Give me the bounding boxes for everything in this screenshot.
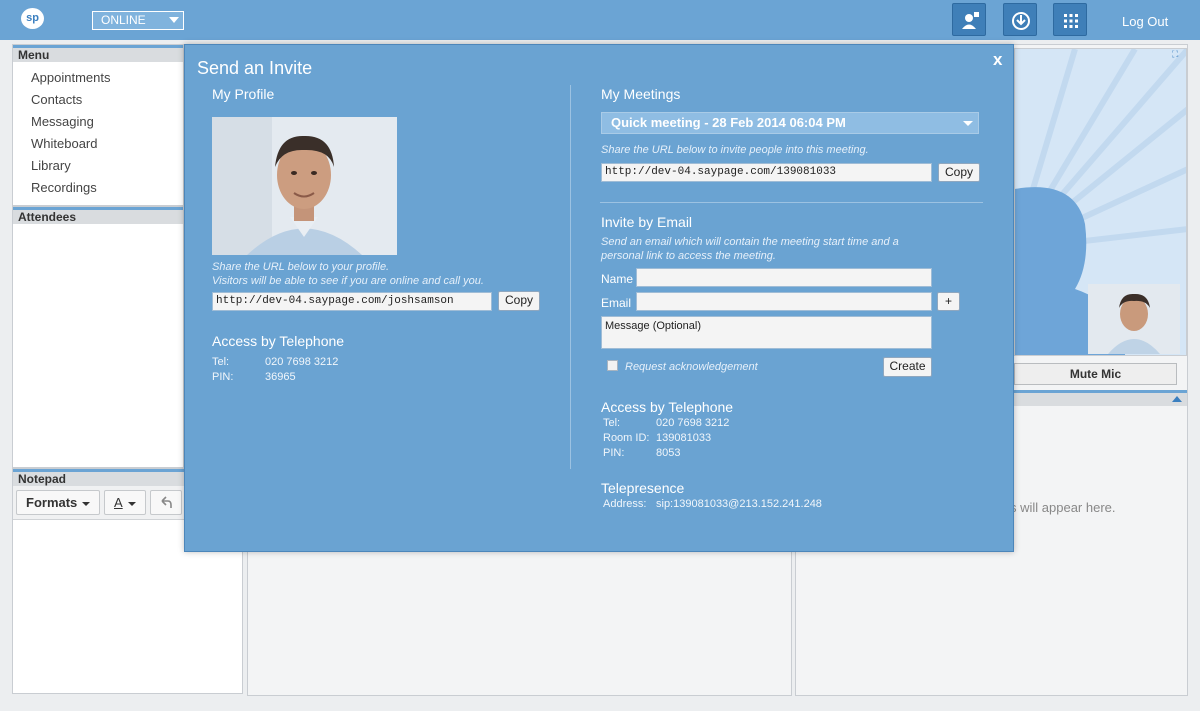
meeting-url-field[interactable]: http://dev-04.saypage.com/139081033 xyxy=(601,163,932,182)
add-email-button[interactable]: + xyxy=(937,292,960,311)
meeting-telephone-heading: Access by Telephone xyxy=(601,399,734,415)
meeting-hint: Share the URL below to invite people int… xyxy=(601,144,869,156)
send-invite-modal: Send an Invite x My Profile Share the UR… xyxy=(184,44,1014,552)
profile-url-field[interactable]: http://dev-04.saypage.com/joshsamson xyxy=(212,292,492,311)
attendees-panel: Attendees xyxy=(12,206,184,468)
profile-pin-value: 36965 xyxy=(265,371,296,383)
telepresence-heading: Telepresence xyxy=(601,480,685,496)
invite-email-heading: Invite by Email xyxy=(601,214,693,230)
menu-item-library[interactable]: Library xyxy=(31,155,183,177)
name-field[interactable] xyxy=(636,268,932,287)
status-dropdown[interactable]: ONLINE xyxy=(92,11,184,30)
meeting-tel-label: Tel: xyxy=(603,417,621,429)
chevron-down-icon xyxy=(82,501,91,506)
chevron-down-icon xyxy=(963,121,973,126)
invite-hint-line2: personal link to access the meeting. xyxy=(601,250,776,262)
meeting-tel-value: 020 7698 3212 xyxy=(656,417,730,429)
undo-button[interactable] xyxy=(150,490,182,515)
menu-item-messaging[interactable]: Messaging xyxy=(31,111,183,133)
download-icon xyxy=(1012,12,1030,30)
grid-icon xyxy=(1064,14,1078,28)
apps-button[interactable] xyxy=(1053,3,1087,36)
column-divider xyxy=(570,85,571,469)
app-logo: sp xyxy=(21,8,44,29)
invite-hint-line1: Send an email which will contain the mee… xyxy=(601,236,899,248)
menu-item-appointments[interactable]: Appointments xyxy=(31,67,183,89)
chevron-down-icon xyxy=(127,501,136,506)
meeting-room-label: Room ID: xyxy=(603,432,650,444)
font-color-label: A xyxy=(114,495,123,510)
name-label: Name xyxy=(601,272,634,286)
meeting-pin-label: PIN: xyxy=(603,447,625,459)
menu-list: Appointments Contacts Messaging Whiteboa… xyxy=(13,62,183,199)
person-avatar-icon xyxy=(1088,284,1180,354)
menu-item-recordings[interactable]: Recordings xyxy=(31,177,183,199)
menu-header: Menu xyxy=(13,45,183,62)
profile-photo xyxy=(212,117,397,255)
meeting-selected-value: Quick meeting - 28 Feb 2014 06:04 PM xyxy=(611,115,846,130)
invite-button[interactable] xyxy=(952,3,986,36)
acknowledgement-checkbox[interactable] xyxy=(607,360,618,371)
telepresence-address-value: sip:139081033@213.152.241.248 xyxy=(656,498,822,510)
profile-telephone-heading: Access by Telephone xyxy=(212,333,345,349)
top-bar: sp ONLINE Log Out xyxy=(0,0,1200,40)
profile-heading: My Profile xyxy=(212,86,275,102)
email-label: Email xyxy=(601,296,632,310)
menu-item-whiteboard[interactable]: Whiteboard xyxy=(31,133,183,155)
profile-photo-image xyxy=(212,117,397,255)
chevron-up-icon[interactable] xyxy=(1172,396,1182,402)
close-icon[interactable]: x xyxy=(993,50,1002,70)
mute-mic-button[interactable]: Mute Mic xyxy=(1014,363,1177,385)
menu-item-contacts[interactable]: Contacts xyxy=(31,89,183,111)
empty-state-text: s will appear here. xyxy=(1010,500,1116,515)
right-section-header xyxy=(1014,390,1187,406)
meeting-dropdown[interactable]: Quick meeting - 28 Feb 2014 06:04 PM xyxy=(601,112,979,134)
meeting-room-value: 139081033 xyxy=(656,432,712,444)
profile-hint-line2: Visitors will be able to see if you are … xyxy=(212,275,484,287)
create-button[interactable]: Create xyxy=(883,357,932,377)
status-value: ONLINE xyxy=(101,13,146,27)
modal-title: Send an Invite xyxy=(197,58,313,78)
expand-icon[interactable]: ⛶ xyxy=(1172,49,1178,60)
formats-label: Formats xyxy=(26,495,78,510)
font-color-button[interactable]: A xyxy=(104,490,146,515)
profile-pin-label: PIN: xyxy=(212,371,234,383)
profile-tel-label: Tel: xyxy=(212,356,230,368)
status-button[interactable] xyxy=(1003,3,1037,36)
acknowledgement-label: Request acknowledgement xyxy=(625,361,758,373)
profile-tel-value: 020 7698 3212 xyxy=(265,356,339,368)
message-field[interactable]: Message (Optional) xyxy=(601,316,932,349)
profile-copy-button[interactable]: Copy xyxy=(498,291,540,311)
formats-dropdown[interactable]: Formats xyxy=(16,490,100,515)
attendees-header: Attendees xyxy=(13,207,183,224)
email-field[interactable] xyxy=(636,292,932,311)
self-video-thumbnail xyxy=(1088,284,1180,354)
menu-panel: Menu Appointments Contacts Messaging Whi… xyxy=(12,44,184,206)
telepresence-address-label: Address: xyxy=(603,498,647,510)
undo-icon xyxy=(161,496,172,508)
section-divider xyxy=(600,202,983,203)
logout-link[interactable]: Log Out xyxy=(1122,14,1168,29)
chevron-down-icon xyxy=(169,17,179,23)
meeting-pin-value: 8053 xyxy=(656,447,681,459)
meetings-heading: My Meetings xyxy=(601,86,681,102)
profile-hint-line1: Share the URL below to your profile. xyxy=(212,261,390,273)
add-contact-icon xyxy=(962,12,979,29)
video-area xyxy=(1014,48,1187,356)
meeting-copy-button[interactable]: Copy xyxy=(938,163,980,182)
